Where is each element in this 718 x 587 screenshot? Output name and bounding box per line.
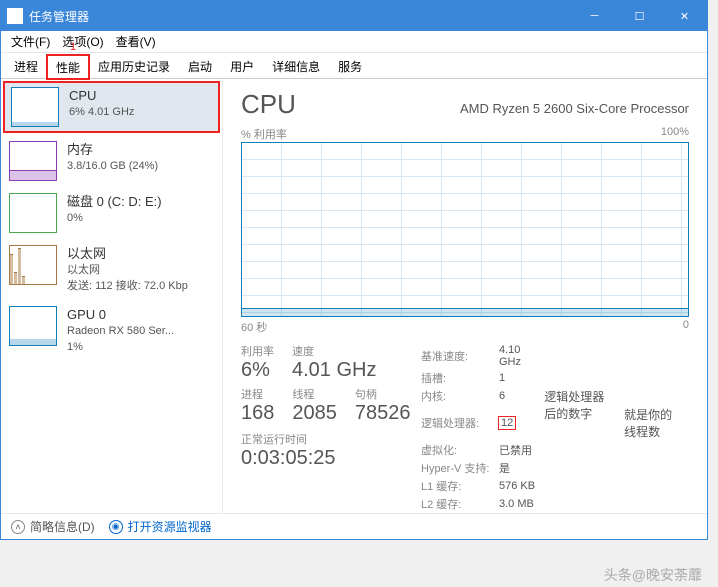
tab-app-history[interactable]: 应用历史记录	[89, 54, 179, 78]
tab-details[interactable]: 详细信息	[263, 54, 329, 78]
speed-value: 4.01 GHz	[292, 359, 376, 382]
menubar: 文件(F) 选项(O) 查看(V)	[1, 31, 707, 53]
lp-value: 12	[499, 417, 515, 429]
app-icon	[7, 8, 23, 24]
window-controls: ─ ☐ ✕	[572, 1, 707, 31]
monitor-icon: ◉	[109, 520, 123, 534]
minimize-button[interactable]: ─	[572, 1, 617, 31]
memory-thumb-icon	[9, 141, 57, 181]
menu-file[interactable]: 文件(F)	[5, 31, 56, 52]
sidebar-disk-sub: 0%	[67, 211, 162, 226]
annotation-text-2: 就是你的线程数	[624, 405, 689, 441]
l2-value: 3.0 MB	[499, 495, 544, 513]
sockets-label: 插槽:	[421, 369, 499, 387]
task-manager-window: 任务管理器 ─ ☐ ✕ 文件(F) 选项(O) 查看(V) 进程 性能 应用历史…	[0, 0, 708, 540]
handle-value: 78526	[355, 402, 411, 425]
chart-footer: 60 秒 0	[241, 319, 689, 335]
hv-value: 是	[499, 459, 544, 477]
page-title: CPU	[241, 89, 296, 120]
sidebar-mem-sub: 3.8/16.0 GB (24%)	[67, 159, 158, 174]
uptime-value: 0:03:05:25	[241, 447, 421, 470]
tabbar: 进程 性能 应用历史记录 启动 用户 详细信息 服务 1	[1, 53, 707, 79]
l2-label: L2 缓存:	[421, 495, 499, 513]
sidebar-item-memory[interactable]: 内存 3.8/16.0 GB (24%)	[1, 135, 222, 187]
cores-label: 内核:	[421, 387, 499, 405]
sidebar-gpu-title: GPU 0	[67, 306, 174, 324]
titlebar[interactable]: 任务管理器 ─ ☐ ✕	[1, 1, 707, 31]
thread-label: 线程	[292, 386, 337, 402]
open-resmon-button[interactable]: ◉打开资源监视器	[109, 518, 212, 535]
sidebar-text: CPU 6% 4.01 GHz	[69, 87, 134, 121]
thread-value: 2085	[292, 402, 337, 425]
chart-ylabel: % 利用率	[241, 126, 287, 142]
sidebar-item-disk[interactable]: 磁盘 0 (C: D: E:) 0%	[1, 187, 222, 239]
ethernet-thumb-icon	[9, 245, 57, 285]
chart-header: % 利用率 100%	[241, 126, 689, 142]
menu-view[interactable]: 查看(V)	[110, 31, 162, 52]
sidebar-gpu-sub2: 1%	[67, 340, 174, 355]
annotation-1: 1	[70, 41, 76, 53]
sidebar-mem-title: 内存	[67, 141, 158, 159]
cpu-model: AMD Ryzen 5 2600 Six-Core Processor	[460, 101, 689, 116]
cores-value: 6	[499, 387, 544, 405]
sidebar-eth-sub2: 发送: 112 接收: 72.0 Kbp	[67, 279, 188, 294]
close-button[interactable]: ✕	[662, 1, 707, 31]
main-header: CPU AMD Ryzen 5 2600 Six-Core Processor	[241, 89, 689, 120]
footer: ˄简略信息(D) ◉打开资源监视器	[1, 513, 707, 539]
cpu-chart[interactable]	[241, 142, 689, 317]
maximize-button[interactable]: ☐	[617, 1, 662, 31]
menu-options[interactable]: 选项(O)	[56, 31, 109, 52]
watermark: 头条@晚安荼蘼	[604, 565, 702, 585]
l1-value: 576 KB	[499, 477, 544, 495]
tab-startup[interactable]: 启动	[179, 54, 221, 78]
chart-xlabel: 60 秒	[241, 319, 267, 335]
chart-xmax: 0	[683, 319, 689, 335]
sidebar-gpu-sub1: Radeon RX 580 Ser...	[67, 324, 174, 339]
lp-label: 逻辑处理器:	[421, 405, 499, 441]
proc-value: 168	[241, 402, 274, 425]
tab-services[interactable]: 服务	[329, 54, 371, 78]
base-speed-value: 4.10 GHz	[499, 343, 544, 369]
tab-processes[interactable]: 进程	[5, 54, 47, 78]
handle-label: 句柄	[355, 386, 411, 402]
virt-value: 已禁用	[499, 441, 544, 459]
sidebar-item-cpu[interactable]: 2 CPU 6% 4.01 GHz	[3, 81, 220, 133]
sidebar-item-ethernet[interactable]: 以太网 以太网 发送: 112 接收: 72.0 Kbp	[1, 239, 222, 300]
stats-left: 利用率 6% 速度 4.01 GHz 进程 168	[241, 343, 421, 513]
cpu-thumb-icon	[11, 87, 59, 127]
l1-label: L1 缓存:	[421, 477, 499, 495]
annotation-text-1: 逻辑处理器后的数字	[544, 369, 624, 441]
sockets-value: 1	[499, 369, 544, 387]
sidebar-item-gpu[interactable]: GPU 0 Radeon RX 580 Ser... 1%	[1, 300, 222, 361]
tab-performance[interactable]: 性能	[47, 55, 89, 79]
util-label: 利用率	[241, 343, 274, 359]
stats-right: 基准速度:4.10 GHz 插槽:1逻辑处理器后的数字 内核:6 逻辑处理器:1…	[421, 343, 689, 513]
uptime-label: 正常运行时间	[241, 431, 421, 447]
chevron-up-icon: ˄	[11, 520, 25, 534]
proc-label: 进程	[241, 386, 274, 402]
main-panel: CPU AMD Ryzen 5 2600 Six-Core Processor …	[223, 79, 707, 513]
sidebar-cpu-sub: 6% 4.01 GHz	[69, 105, 134, 120]
window-title: 任务管理器	[29, 8, 572, 25]
virt-label: 虚拟化:	[421, 441, 499, 459]
sidebar-disk-title: 磁盘 0 (C: D: E:)	[67, 193, 162, 211]
annotation-2: 2	[214, 79, 220, 81]
stats: 利用率 6% 速度 4.01 GHz 进程 168	[241, 343, 689, 513]
util-value: 6%	[241, 359, 274, 382]
content: 2 CPU 6% 4.01 GHz 内存 3.8/16.0 GB (24%) 磁…	[1, 79, 707, 513]
sidebar-cpu-title: CPU	[69, 87, 134, 105]
speed-label: 速度	[292, 343, 376, 359]
chart-ymax: 100%	[661, 126, 689, 142]
sidebar-eth-title: 以太网	[67, 245, 188, 263]
tab-users[interactable]: 用户	[221, 54, 263, 78]
gpu-thumb-icon	[9, 306, 57, 346]
sidebar: 2 CPU 6% 4.01 GHz 内存 3.8/16.0 GB (24%) 磁…	[1, 79, 223, 513]
disk-thumb-icon	[9, 193, 57, 233]
sidebar-eth-sub1: 以太网	[67, 263, 188, 278]
brief-info-button[interactable]: ˄简略信息(D)	[11, 518, 95, 535]
base-speed-label: 基准速度:	[421, 343, 499, 369]
hv-label: Hyper-V 支持:	[421, 459, 499, 477]
